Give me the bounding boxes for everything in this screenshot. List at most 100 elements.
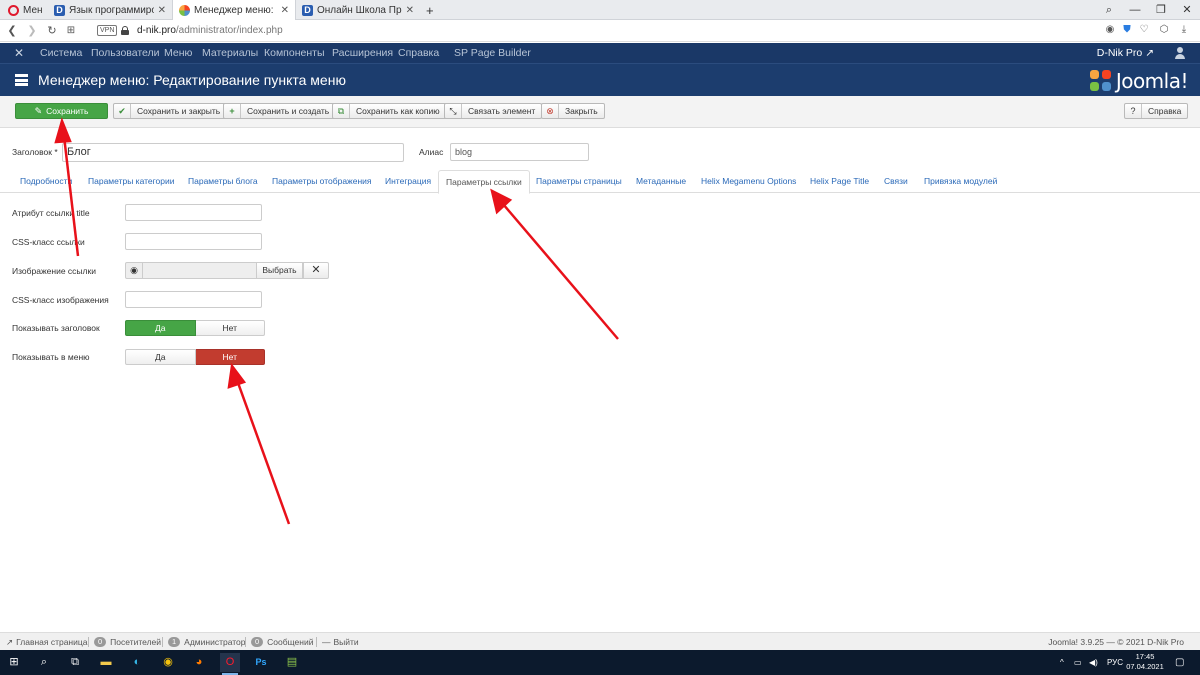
close-window-icon[interactable]: ✕ — [1174, 0, 1200, 20]
link-image-field: ◉ Выбрать ✕ — [125, 262, 329, 279]
tab-category-options[interactable]: Параметры категории — [81, 170, 182, 193]
tab-link-options[interactable]: Параметры ссылки — [438, 170, 530, 194]
joomla-logo: Joomla! — [1089, 69, 1189, 93]
opera-taskbar-icon[interactable]: O — [220, 653, 240, 675]
user-icon[interactable] — [1174, 47, 1186, 59]
css-class-input[interactable] — [125, 233, 262, 250]
volume-icon[interactable]: ◀) — [1089, 650, 1098, 675]
show-menu-yes[interactable]: Да — [125, 349, 196, 365]
vpn-badge[interactable]: VPN — [97, 25, 118, 36]
file-explorer-icon[interactable]: ▬ — [96, 653, 116, 672]
chrome-icon[interactable]: ◉ — [158, 653, 178, 672]
image-css-label: CSS-класс изображения — [12, 295, 109, 305]
menu-users[interactable]: Пользователи — [91, 43, 160, 63]
minimize-icon[interactable]: — — [1122, 0, 1148, 20]
title-attr-input[interactable] — [125, 204, 262, 221]
menu-content[interactable]: Материалы — [202, 43, 258, 63]
firefox-icon[interactable]: ◕ — [189, 653, 209, 672]
tab-details[interactable]: Подробности — [13, 170, 79, 193]
messages-status[interactable]: 0 Сообщений — [251, 633, 313, 651]
title-input[interactable]: Блог — [62, 143, 404, 162]
new-tab-button[interactable]: + — [420, 0, 436, 20]
chevron-up-icon[interactable]: ^ — [1060, 650, 1064, 675]
menu-extensions[interactable]: Расширения — [332, 43, 393, 63]
show-title-no[interactable]: Нет — [195, 320, 265, 336]
lock-icon[interactable] — [121, 26, 129, 35]
show-menu-no[interactable]: Нет — [195, 349, 265, 365]
alias-input[interactable]: blog — [450, 143, 589, 161]
url-field[interactable]: d-nik.pro/administrator/index.php — [137, 20, 283, 42]
network-icon[interactable]: ▭ — [1074, 650, 1082, 675]
divider — [162, 637, 163, 647]
address-bar: ❮ ❯ ↻ ⊞ VPN d-nik.pro/administrator/inde… — [0, 20, 1200, 42]
tabs-grid-icon[interactable]: ⊞ — [63, 20, 79, 42]
joomla-icon[interactable]: ✕ — [14, 47, 24, 59]
eye-icon[interactable]: ◉ — [125, 262, 143, 279]
notifications-icon[interactable]: ▢ — [1175, 650, 1184, 675]
tab-metadata[interactable]: Метаданные — [629, 170, 693, 193]
edge-icon[interactable]: ◐ — [127, 653, 147, 672]
tab-page-display[interactable]: Параметры страницы — [529, 170, 629, 193]
heart-icon[interactable]: ♡ — [1138, 24, 1150, 36]
close-tab-icon[interactable]: ✕ — [281, 5, 289, 16]
tab-helix-page-title[interactable]: Helix Page Title — [803, 170, 876, 193]
save-copy-label: Сохранить как копию — [356, 106, 440, 116]
tab-display-options[interactable]: Параметры отображения — [265, 170, 379, 193]
browser-tab-language[interactable]: D Язык программирования ✕ — [48, 0, 172, 20]
clock[interactable]: 17:45 07.04.2021 — [1126, 652, 1164, 672]
close-tab-icon[interactable]: ✕ — [406, 5, 414, 16]
menu-sp-page-builder[interactable]: SP Page Builder — [454, 43, 531, 63]
show-title-yes[interactable]: Да — [125, 320, 196, 336]
help-button[interactable]: ? Справка — [1124, 103, 1189, 119]
joomla-logo-icon — [1089, 70, 1112, 92]
save-close-button[interactable]: ✔ Сохранить и закрыть — [113, 103, 228, 119]
close-tab-icon[interactable]: ✕ — [158, 5, 166, 16]
download-icon[interactable]: ⤓ — [1178, 24, 1190, 36]
user-menu[interactable]: D-Nik Pro ↗ — [1097, 43, 1154, 63]
admins-status: 1 Администратор — [168, 633, 246, 651]
logout-link[interactable]: — Выйти — [322, 633, 359, 651]
tab-integration[interactable]: Интеграция — [378, 170, 438, 193]
tab-associations[interactable]: Связи — [877, 170, 915, 193]
search-icon[interactable]: ⌕ — [34, 653, 54, 672]
save-copy-button[interactable]: ⧉ Сохранить как копию — [332, 103, 447, 119]
browser-tab-school[interactable]: D Онлайн Школа Програми ✕ — [296, 0, 420, 20]
alias-label: Алиас — [419, 147, 444, 157]
tab-label: Онлайн Школа Програми — [317, 4, 402, 16]
windows-start-icon[interactable]: ⊞ — [4, 653, 24, 672]
divider — [88, 637, 89, 647]
forward-icon[interactable]: ❯ — [24, 20, 40, 42]
task-view-icon[interactable]: ⧉ — [65, 653, 85, 672]
show-in-menu-toggle: Да Нет — [125, 349, 265, 365]
browser-tab-menu-manager[interactable]: Менеджер меню: Редакти ✕ — [172, 0, 296, 20]
restore-icon[interactable]: ❐ — [1148, 0, 1174, 20]
clear-image-button[interactable]: ✕ — [303, 262, 329, 279]
back-icon[interactable]: ❮ — [4, 20, 20, 42]
photoshop-icon[interactable]: Ps — [251, 653, 271, 672]
cube-icon[interactable]: ⬡ — [1158, 24, 1170, 36]
notepad-icon[interactable]: ▤ — [282, 653, 302, 672]
select-image-button[interactable]: Выбрать — [256, 262, 303, 279]
d-nik-favicon-icon: D — [54, 4, 65, 16]
menu-help[interactable]: Справка — [398, 43, 439, 63]
search-tabs-icon[interactable]: ⌕ — [1096, 0, 1122, 20]
tab-module-assignment[interactable]: Привязка модулей — [917, 170, 1004, 193]
shield-icon[interactable]: ⛊ — [1121, 24, 1133, 36]
tab-blog-options[interactable]: Параметры блога — [181, 170, 265, 193]
image-path-input[interactable] — [143, 262, 256, 279]
home-link[interactable]: ↗ Главная страница — [6, 633, 87, 651]
save-new-button[interactable]: + Сохранить и создать — [223, 103, 337, 119]
arrow-head-no — [227, 362, 247, 389]
camera-icon[interactable]: ◉ — [1104, 24, 1116, 36]
image-css-input[interactable] — [125, 291, 262, 308]
menu-components[interactable]: Компоненты — [264, 43, 325, 63]
menu-system[interactable]: Система — [40, 43, 82, 63]
close-button[interactable]: ⊗ Закрыть — [541, 103, 605, 119]
reload-icon[interactable]: ↻ — [44, 20, 60, 42]
tab-helix-megamenu[interactable]: Helix Megamenu Options — [694, 170, 803, 193]
browser-tab-menu[interactable]: Меню — [2, 0, 48, 20]
menu-menus[interactable]: Меню — [164, 43, 192, 63]
language-indicator[interactable]: РУС — [1107, 650, 1123, 675]
save-button[interactable]: ✎ Сохранить — [15, 103, 108, 119]
associate-button[interactable]: ⤡ Связать элемент — [444, 103, 543, 119]
